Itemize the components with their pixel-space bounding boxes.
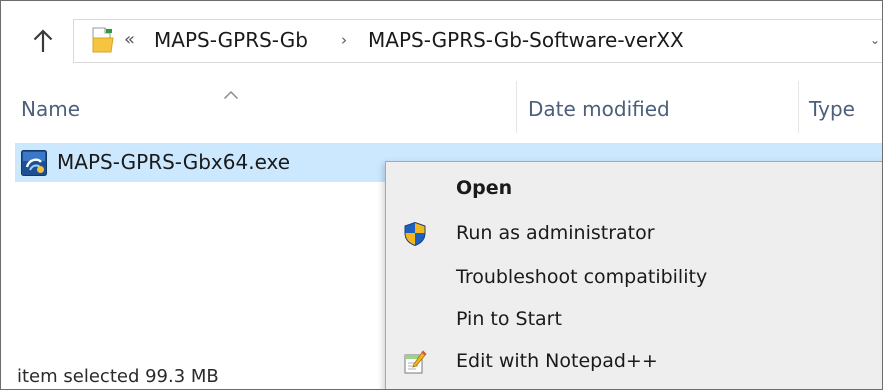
- status-selection-text: item selected 99.3 MB: [17, 366, 219, 387]
- file-explorer-window: « MAPS-GPRS-Gb › MAPS-GPRS-Gb-Software-v…: [0, 0, 883, 390]
- notepad-plus-plus-icon: [402, 349, 428, 375]
- breadcrumb[interactable]: « MAPS-GPRS-Gb › MAPS-GPRS-Gb-Software-v…: [73, 19, 882, 63]
- address-bar: « MAPS-GPRS-Gb › MAPS-GPRS-Gb-Software-v…: [1, 1, 882, 75]
- exe-app-icon: [21, 150, 47, 176]
- menu-item-label: Edit with Notepad++: [456, 350, 658, 372]
- menu-item-label: Pin to Start: [456, 308, 562, 330]
- menu-item-edit-with-notepad-plus-plus[interactable]: Edit with Notepad++: [388, 342, 882, 382]
- column-header-date-modified[interactable]: Date modified: [517, 75, 798, 139]
- context-menu: Open Run as administrator Troubleshoot c…: [385, 161, 882, 389]
- status-bar: item selected 99.3 MB: [1, 355, 391, 389]
- column-header-type[interactable]: Type: [799, 75, 882, 139]
- breadcrumb-item-software-folder[interactable]: MAPS-GPRS-Gb-Software-verXX: [368, 28, 684, 52]
- menu-item-label: Run as administrator: [456, 222, 655, 244]
- file-name: MAPS-GPRS-Gbx64.exe: [57, 150, 291, 174]
- folder-icon: [90, 26, 116, 54]
- column-header-name[interactable]: Name: [1, 75, 516, 139]
- menu-item-label: Open: [456, 177, 513, 199]
- column-label-type: Type: [809, 97, 855, 121]
- breadcrumb-separator[interactable]: ›: [341, 31, 347, 49]
- breadcrumb-overflow-button[interactable]: «: [124, 29, 135, 50]
- sort-ascending-icon: [223, 85, 239, 100]
- menu-item-troubleshoot-compatibility[interactable]: Troubleshoot compatibility: [388, 258, 882, 298]
- breadcrumb-item-maps-gprs-gb[interactable]: MAPS-GPRS-Gb: [154, 28, 308, 52]
- column-header-row: Name Date modified Type: [1, 75, 882, 141]
- uac-shield-icon: [402, 221, 428, 247]
- chevron-down-icon[interactable]: ⌄: [870, 33, 880, 47]
- menu-item-label: Troubleshoot compatibility: [456, 266, 708, 288]
- menu-item-pin-to-start[interactable]: Pin to Start: [388, 300, 882, 340]
- menu-item-open[interactable]: Open: [388, 169, 882, 209]
- menu-item-run-as-administrator[interactable]: Run as administrator: [388, 214, 882, 254]
- column-label-name: Name: [21, 97, 81, 121]
- up-arrow-icon[interactable]: [31, 27, 55, 55]
- column-label-date-modified: Date modified: [528, 97, 670, 121]
